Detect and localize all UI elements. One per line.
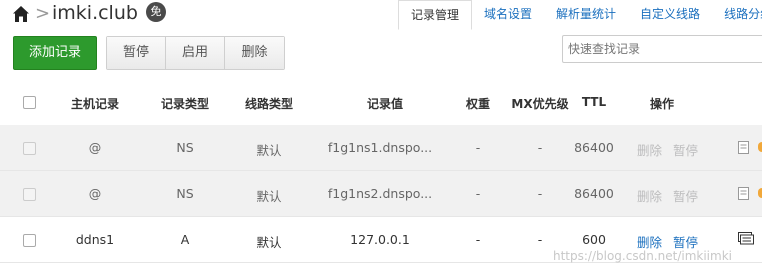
add-record-button[interactable]: 添加记录 [13, 36, 97, 70]
col-value: 记录值 [366, 97, 403, 111]
row-value: f1g1ns2.dnspo... [327, 186, 433, 201]
search-input[interactable] [562, 35, 762, 63]
status-dot [758, 188, 762, 198]
delete-link[interactable]: 删除 [637, 186, 662, 205]
select-all-checkbox[interactable] [23, 96, 36, 109]
row-value: f1g1ns1.dnspo... [327, 140, 433, 155]
remark-icon[interactable] [738, 141, 751, 155]
watermark: https://blog.csdn.net/imkiimki [553, 249, 732, 263]
row-type: NS [176, 186, 194, 201]
delete-link[interactable]: 删除 [637, 140, 662, 159]
row-weight: - [475, 232, 481, 247]
col-ops: 操作 [649, 97, 674, 111]
col-weight: 权重 [465, 97, 490, 111]
table-row[interactable]: @ NS 默认 f1g1ns1.dnspo... - - 86400 删除 暂停 [0, 125, 762, 171]
row-line: 默认 [256, 235, 282, 250]
row-line: 默认 [256, 143, 282, 158]
free-badge: 免 [146, 2, 166, 22]
remark-icon[interactable] [738, 187, 751, 201]
row-checkbox[interactable] [23, 142, 36, 155]
pause-button[interactable]: 暂停 [107, 37, 166, 69]
pause-link[interactable]: 暂停 [673, 140, 698, 159]
row-checkbox[interactable] [23, 234, 36, 247]
comment-icon[interactable] [738, 232, 754, 246]
col-mx: MX优先级 [511, 97, 569, 111]
row-weight: - [475, 140, 481, 155]
col-type: 记录类型 [160, 97, 209, 111]
status-dot [758, 142, 762, 152]
col-line: 线路类型 [244, 97, 293, 111]
row-type: NS [176, 140, 194, 155]
row-ttl: 86400 [574, 186, 614, 201]
row-mx: - [537, 186, 543, 201]
enable-button[interactable]: 启用 [166, 37, 225, 69]
row-line: 默认 [256, 189, 282, 204]
bulk-action-group: 暂停 启用 删除 [106, 36, 285, 70]
tab-custom-lines[interactable]: 自定义线路 [628, 0, 712, 30]
col-ttl: TTL [581, 95, 607, 109]
tab-line-groups[interactable]: 线路分组 [712, 0, 762, 30]
breadcrumb-separator: > [35, 3, 51, 24]
home-icon[interactable] [12, 5, 30, 23]
top-bar: > imki.club 免 记录管理 域名设置 解析量统计 自定义线路 线路分组 [0, 0, 762, 30]
delete-button[interactable]: 删除 [225, 37, 284, 69]
row-host: ddns1 [75, 232, 115, 247]
row-type: A [180, 232, 190, 247]
row-value: 127.0.0.1 [350, 232, 410, 247]
tab-bar: 记录管理 域名设置 解析量统计 自定义线路 线路分组 [398, 0, 762, 30]
pause-link[interactable]: 暂停 [673, 186, 698, 205]
tab-query-stats[interactable]: 解析量统计 [544, 0, 628, 30]
tab-records[interactable]: 记录管理 [398, 0, 473, 30]
table-header: 主机记录 记录类型 线路类型 记录值 权重 MX优先级 TTL 操作 [0, 88, 762, 118]
row-weight: - [475, 186, 481, 201]
row-host: @ [88, 186, 102, 201]
table-row[interactable]: @ NS 默认 f1g1ns2.dnspo... - - 86400 删除 暂停 [0, 171, 762, 217]
col-host: 主机记录 [70, 97, 119, 111]
row-ttl: 86400 [574, 140, 614, 155]
row-checkbox[interactable] [23, 188, 36, 201]
row-mx: - [537, 232, 543, 247]
domain-title: imki.club [52, 2, 138, 24]
row-mx: - [537, 140, 543, 155]
row-ttl: 600 [582, 232, 606, 247]
row-host: @ [88, 140, 102, 155]
tab-domain-settings[interactable]: 域名设置 [472, 0, 544, 30]
